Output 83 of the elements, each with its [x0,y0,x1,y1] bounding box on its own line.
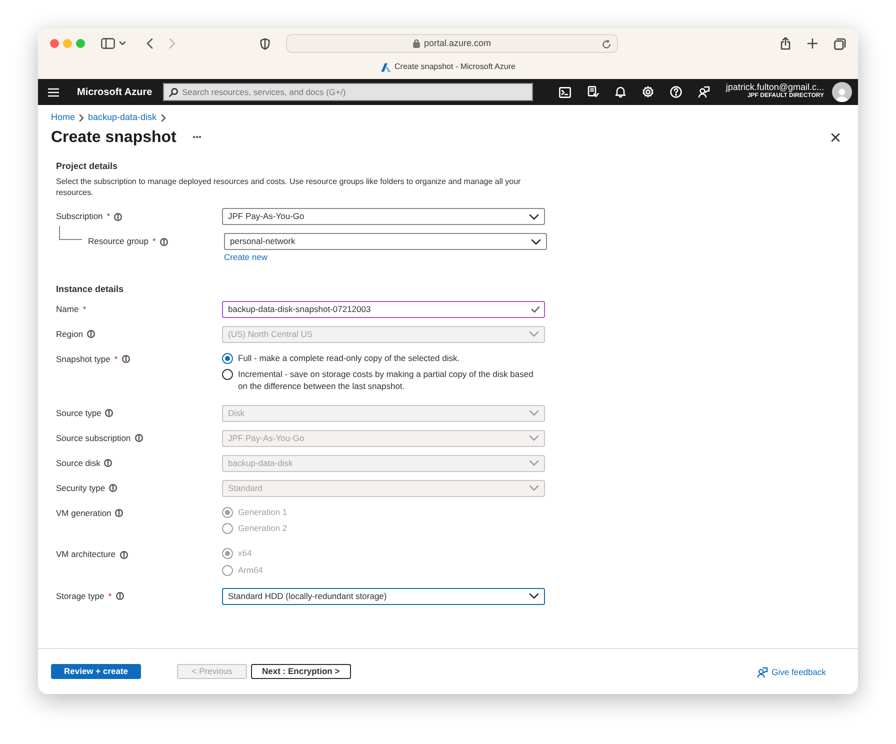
terminal-icon[interactable] [558,86,571,98]
lock-icon [412,39,420,48]
field-label: Region [56,328,83,340]
avatar[interactable] [832,82,852,102]
required-marker: * [82,302,86,316]
required-marker: * [106,210,110,223]
field-label: VM generation [56,506,112,520]
chevron-right-icon [160,114,166,122]
radio-label: x64 [238,547,252,560]
breadcrumb-link[interactable]: backup-data-disk [88,111,157,124]
dropdown-field: Standard [222,480,545,497]
menu-icon[interactable] [48,88,59,96]
dropdown-field: Disk [222,404,545,422]
wizard-nav-button[interactable]: Next : Encryption > [251,664,351,679]
radio-button[interactable] [222,352,233,364]
give-feedback-link[interactable]: Give feedback [756,666,826,678]
field-label: Snapshot type [56,352,110,366]
chevron-down-icon[interactable] [531,238,541,245]
breadcrumb-link[interactable]: Home [51,111,76,124]
more-icon[interactable] [193,136,202,138]
field-label: Subscription [56,210,103,223]
reload-icon[interactable] [602,40,611,49]
page-title: Create snapshot [51,128,176,147]
person-icon [834,86,850,102]
azure-logo-icon [380,62,391,72]
dropdown-field[interactable]: personal-network [224,233,547,250]
caret-icon[interactable] [119,41,126,46]
radio-label: Generation 1 [238,506,288,518]
search-field[interactable]: Search resources, services, and docs (G+/) [163,83,533,101]
search-icon [169,88,178,96]
share-icon[interactable] [780,37,791,50]
dropdown-field[interactable]: JPF Pay-As-You-Go [222,208,545,226]
chevron-right-icon [79,114,84,122]
text-field[interactable]: backup-data-disk-snapshot-07212003 [222,300,545,318]
field-label: Source type [56,406,102,420]
notifications-icon[interactable] [614,86,626,98]
dropdown-field: JPF Pay-As-You-Go [222,430,545,447]
section-title: Project details [56,160,119,172]
shield-icon[interactable] [260,38,270,50]
radio-label: Incremental - save on storage costs by making a partial copy of the disk based on the difference between the last snapshot. [238,368,534,393]
info-icon[interactable] [160,238,168,246]
dropdown-field: backup-data-disk [222,454,545,472]
chevron-down-icon[interactable] [529,593,539,600]
feedback-icon [756,666,768,678]
tree-connector [59,226,82,240]
radio-label: Full - make a complete read-only copy of the selected disk. [238,352,460,364]
help-icon[interactable] [670,86,682,98]
sidebar-icon[interactable] [101,38,115,49]
checkmark-icon [531,306,540,313]
review-create-button[interactable]: Review + create [51,664,141,679]
create-new-link[interactable]: Create new [224,251,547,264]
radio-button[interactable] [222,368,233,380]
field-label: VM architecture [56,548,116,562]
info-icon[interactable] [114,212,122,221]
info-icon[interactable] [122,355,130,364]
required-marker: * [108,590,112,603]
field-label: Name [56,302,79,316]
info-icon[interactable] [116,592,124,600]
field-label: Source disk [56,456,100,470]
tabs-icon[interactable] [834,38,846,50]
required-marker: * [114,352,118,366]
radio-label: Generation 2 [238,522,288,534]
dropdown-field[interactable]: Standard HDD (locally-redundant storage) [222,588,545,605]
account-email[interactable]: jpatrick.fulton@gmail.c... [726,83,824,94]
directory-filter-icon[interactable] [586,86,599,98]
feedback-icon[interactable] [698,86,710,98]
settings-icon[interactable] [642,86,654,98]
required-marker: * [152,235,156,248]
field-label: Security type [56,482,106,494]
radio-label: Arm64 [238,564,264,576]
field-label: Source subscription [56,432,131,444]
close-icon[interactable] [831,132,840,142]
address-bar[interactable]: portal.azure.com [286,34,618,53]
close-window-button[interactable] [50,39,59,48]
chevron-down-icon[interactable] [529,214,539,220]
field-label: Resource group [88,235,148,248]
tab-title[interactable]: Create snapshot - Microsoft Azure [394,61,516,73]
field-label: Storage type [56,590,104,603]
dropdown-field: (US) North Central US [222,326,545,343]
section-title: Instance details [56,284,125,295]
back-icon[interactable] [146,38,153,49]
new-tab-icon[interactable] [807,38,818,49]
section-description: Select the subscription to manage deployed resources and costs. Use resource groups like folders to organize and manage all your resources. [56,177,522,200]
